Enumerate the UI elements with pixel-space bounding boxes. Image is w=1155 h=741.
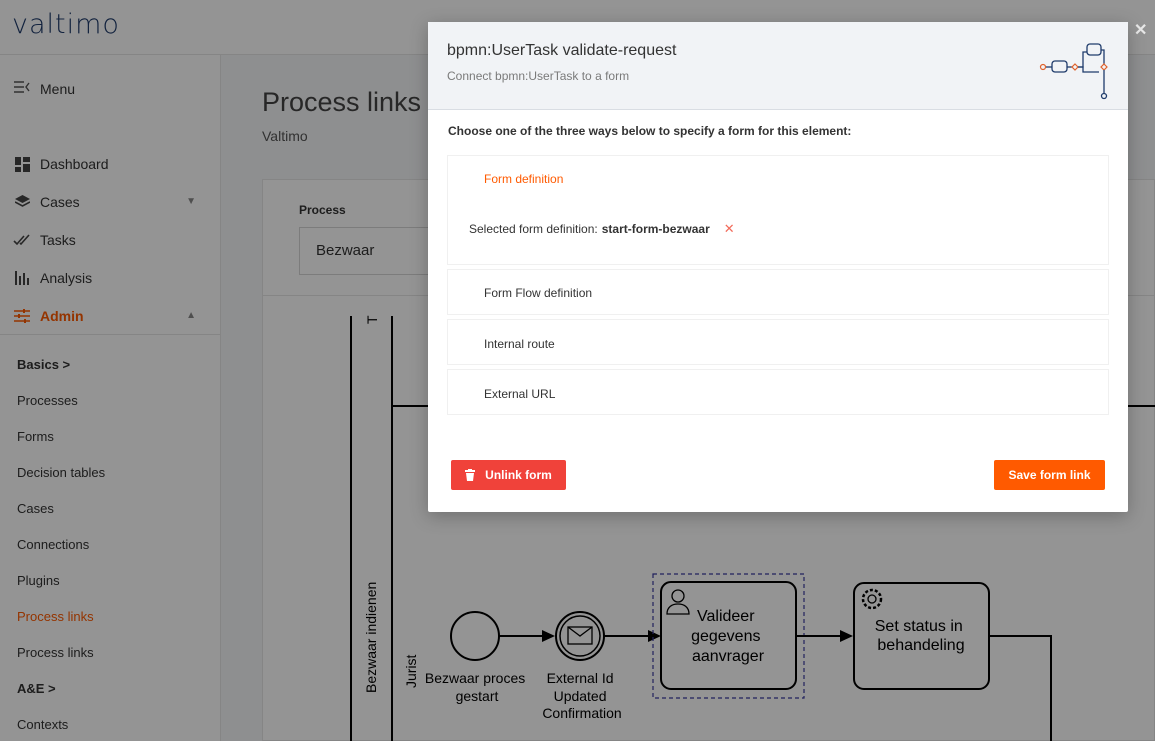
option-form-flow[interactable]: Form Flow definition bbox=[447, 269, 1109, 315]
form-link-modal: bpmn:UserTask validate-request Connect b… bbox=[428, 22, 1128, 512]
modal-title: bpmn:UserTask validate-request bbox=[447, 42, 677, 59]
instruction-text: Choose one of the three ways below to sp… bbox=[448, 124, 852, 138]
modal-subtitle: Connect bpmn:UserTask to a form bbox=[447, 69, 630, 83]
unlink-form-label: Unlink form bbox=[485, 468, 552, 482]
close-icon[interactable]: ✕ bbox=[1134, 20, 1147, 40]
option-external-url-label[interactable]: External URL bbox=[484, 387, 555, 401]
option-external-url[interactable]: External URL bbox=[447, 369, 1109, 415]
option-form-definition[interactable]: Form definition Selected form definition… bbox=[447, 155, 1109, 265]
trash-icon bbox=[465, 469, 476, 481]
selected-form-prefix: Selected form definition: bbox=[469, 222, 598, 236]
save-form-link-button[interactable]: Save form link bbox=[994, 460, 1105, 490]
option-internal-route-label[interactable]: Internal route bbox=[484, 337, 555, 351]
unlink-form-button[interactable]: Unlink form bbox=[451, 460, 566, 490]
bpmn-flow-icon bbox=[1039, 43, 1108, 100]
modal-header: bpmn:UserTask validate-request Connect b… bbox=[428, 22, 1128, 110]
remove-selection-icon[interactable]: ✕ bbox=[724, 221, 735, 237]
option-form-flow-label[interactable]: Form Flow definition bbox=[484, 286, 592, 300]
selected-form-row: Selected form definition: start-form-bez… bbox=[469, 221, 735, 237]
option-internal-route[interactable]: Internal route bbox=[447, 319, 1109, 365]
option-form-definition-label[interactable]: Form definition bbox=[484, 172, 563, 186]
selected-form-value: start-form-bezwaar bbox=[601, 222, 710, 236]
